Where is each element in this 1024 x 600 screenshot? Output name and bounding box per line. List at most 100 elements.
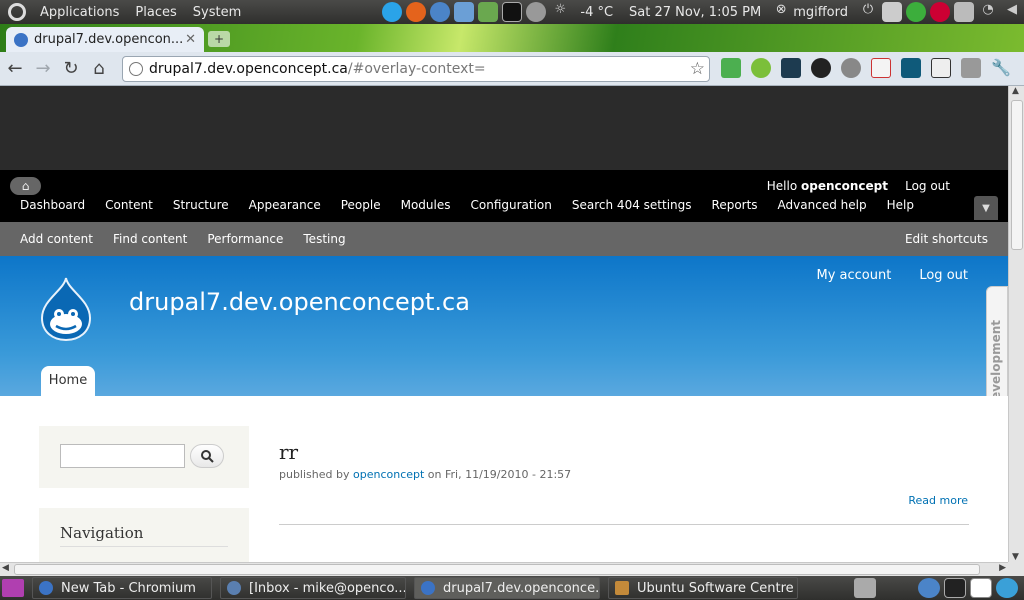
- close-tab-icon[interactable]: ✕: [185, 32, 196, 47]
- bookmark-star-icon[interactable]: ☆: [690, 59, 705, 79]
- firefox-icon[interactable]: [406, 2, 427, 22]
- admin-menu-modules[interactable]: Modules: [391, 198, 461, 212]
- node-author-link[interactable]: openconcept: [353, 468, 424, 481]
- search-input[interactable]: [60, 444, 185, 468]
- chromium-task-icon: [421, 581, 435, 595]
- gear-extension-icon[interactable]: [811, 58, 831, 78]
- task-drupal7[interactable]: drupal7.dev.openconce...: [414, 577, 600, 599]
- task-software-centre[interactable]: Ubuntu Software Centre: [608, 577, 798, 599]
- address-bar[interactable]: drupal7.dev.openconcept.ca/#overlay-cont…: [122, 56, 710, 82]
- shortcuts-toggle-icon[interactable]: ▼: [974, 196, 998, 220]
- wrench-menu-icon[interactable]: 🔧: [991, 58, 1011, 78]
- horizontal-scrollbar[interactable]: ◀ ▶: [0, 562, 1008, 576]
- tools-icon[interactable]: [478, 2, 499, 22]
- navigation-title: Navigation: [60, 524, 144, 542]
- update-notifier-icon[interactable]: [996, 578, 1018, 598]
- url-path: /#overlay-context=: [347, 61, 486, 77]
- my-account-link[interactable]: My account: [817, 268, 892, 283]
- ubuntu-logo-icon[interactable]: [8, 3, 26, 21]
- admin-home-icon[interactable]: ⌂: [10, 177, 41, 195]
- vertical-scroll-thumb[interactable]: [1011, 100, 1023, 250]
- terminal-icon[interactable]: [502, 2, 523, 22]
- scroll-right-icon[interactable]: ▶: [999, 563, 1006, 573]
- site-name-link[interactable]: drupal7.dev.openconcept.ca: [129, 288, 470, 316]
- settings-extension-icon[interactable]: [841, 58, 861, 78]
- scroll-left-icon[interactable]: ◀: [2, 563, 9, 573]
- username[interactable]: mgifford: [793, 5, 848, 20]
- task-new-tab[interactable]: New Tab - Chromium: [32, 577, 212, 599]
- ydk-extension-icon[interactable]: [781, 58, 801, 78]
- show-desktop-icon[interactable]: [2, 579, 24, 597]
- edit-shortcuts-link[interactable]: Edit shortcuts: [905, 232, 988, 246]
- read-more-link[interactable]: Read more: [908, 494, 968, 507]
- admin-menu-reports[interactable]: Reports: [702, 198, 768, 212]
- admin-menu-appearance[interactable]: Appearance: [239, 198, 331, 212]
- drupal-logo-icon[interactable]: [38, 276, 94, 342]
- page-viewport: ⌂ Hello openconcept Log out Dashboard Co…: [0, 86, 1008, 562]
- skype-icon[interactable]: [382, 2, 403, 22]
- horizontal-scroll-thumb[interactable]: [14, 564, 980, 575]
- update-icon[interactable]: [906, 2, 926, 22]
- weather-icon: ☼: [554, 2, 567, 17]
- task-inbox[interactable]: [Inbox - mike@openco...: [220, 577, 406, 599]
- notes-extension-icon[interactable]: [871, 58, 891, 78]
- inkscape-icon[interactable]: [526, 2, 547, 22]
- system-menu[interactable]: System: [185, 5, 249, 20]
- top-panel: Applications Places System ☼ -4 °C Sat 2…: [0, 0, 1024, 24]
- workspace-icon[interactable]: [970, 578, 992, 598]
- green-extension-icon[interactable]: [751, 58, 771, 78]
- bird-icon[interactable]: [454, 2, 475, 22]
- network-manager-icon[interactable]: [930, 2, 950, 22]
- shortcut-testing[interactable]: Testing: [293, 232, 355, 246]
- back-button[interactable]: ←: [2, 56, 28, 82]
- printer-icon[interactable]: [882, 2, 902, 22]
- admin-menu-dashboard[interactable]: Dashboard: [10, 198, 95, 212]
- home-button[interactable]: ⌂: [86, 56, 112, 82]
- site-logout-link[interactable]: Log out: [919, 268, 968, 283]
- clock[interactable]: Sat 27 Nov, 1:05 PM: [629, 5, 761, 20]
- places-menu[interactable]: Places: [127, 5, 184, 20]
- admin-username-link[interactable]: openconcept: [801, 179, 888, 193]
- admin-menu: Dashboard Content Structure Appearance P…: [10, 198, 924, 212]
- power-icon[interactable]: ⏻: [858, 2, 878, 22]
- node-title-link[interactable]: rr: [279, 440, 298, 464]
- admin-menu-advanced-help[interactable]: Advanced help: [768, 198, 877, 212]
- system-tray: ☼ -4 °C Sat 27 Nov, 1:05 PM ⊗ mgifford ⏻…: [380, 0, 1024, 24]
- chromium-launcher-icon[interactable]: [918, 578, 940, 598]
- scroll-down-icon[interactable]: ▼: [1012, 552, 1019, 562]
- shortcut-find-content[interactable]: Find content: [103, 232, 197, 246]
- tag-extension-icon[interactable]: [961, 58, 981, 78]
- css-extension-icon[interactable]: [901, 58, 921, 78]
- search-button[interactable]: [190, 444, 224, 468]
- scroll-up-icon[interactable]: ▲: [1012, 86, 1019, 96]
- vertical-scrollbar[interactable]: ▲ ▼: [1008, 86, 1024, 562]
- evernote-extension-icon[interactable]: [721, 58, 741, 78]
- ruler-extension-icon[interactable]: [931, 58, 951, 78]
- scrollbar-corner: [1008, 562, 1024, 576]
- admin-menu-search404[interactable]: Search 404 settings: [562, 198, 702, 212]
- volume-icon[interactable]: ◀: [1002, 2, 1022, 22]
- shortcut-add-content[interactable]: Add content: [0, 232, 103, 246]
- home-tab[interactable]: Home: [41, 366, 95, 396]
- site-header: drupal7.dev.openconcept.ca My account Lo…: [0, 256, 1008, 396]
- admin-menu-content[interactable]: Content: [95, 198, 163, 212]
- shortcut-performance[interactable]: Performance: [197, 232, 293, 246]
- browser-tab-active[interactable]: drupal7.dev.opencon... ✕: [6, 27, 204, 52]
- admin-menu-configuration[interactable]: Configuration: [461, 198, 562, 212]
- admin-logout-link[interactable]: Log out: [905, 179, 950, 193]
- admin-menu-structure[interactable]: Structure: [163, 198, 239, 212]
- new-tab-button[interactable]: +: [208, 31, 230, 47]
- admin-menu-people[interactable]: People: [331, 198, 391, 212]
- wifi-icon[interactable]: ◔: [978, 2, 998, 22]
- terminal-launcher-icon[interactable]: [944, 578, 966, 598]
- node-meta: published by openconcept on Fri, 11/19/2…: [279, 468, 572, 481]
- chromium-icon[interactable]: [430, 2, 451, 22]
- tab-strip: drupal7.dev.opencon... ✕ +: [0, 24, 1024, 52]
- applications-menu[interactable]: Applications: [32, 5, 127, 20]
- display-icon[interactable]: [954, 2, 974, 22]
- forward-button[interactable]: →: [30, 56, 56, 82]
- url-host: drupal7.dev.openconcept.ca: [149, 61, 348, 77]
- admin-menu-help[interactable]: Help: [877, 198, 924, 212]
- trash-icon[interactable]: [854, 578, 876, 598]
- reload-button[interactable]: ↻: [58, 56, 84, 82]
